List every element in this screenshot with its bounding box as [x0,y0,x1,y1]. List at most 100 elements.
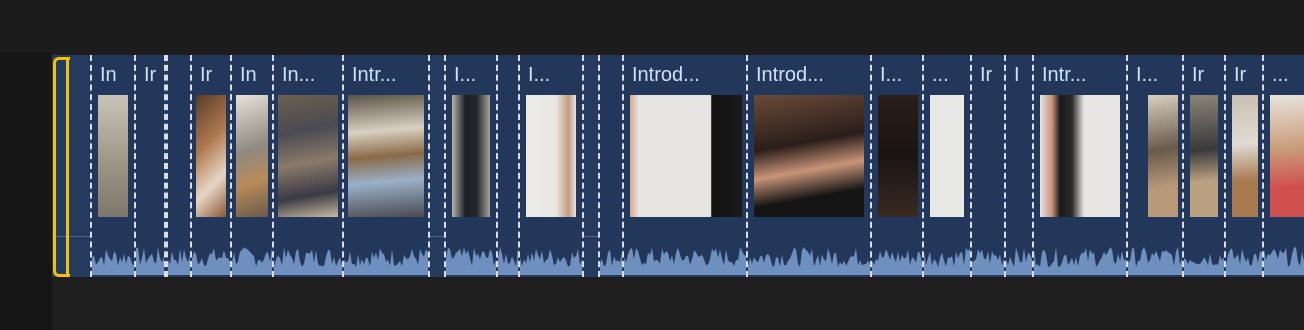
clip-title: Intr... [1042,64,1087,86]
clip[interactable]: Ir [136,55,164,277]
waveform-shape [192,247,230,275]
clip-waveform [1226,239,1262,275]
playhead[interactable] [66,57,69,277]
clip-title: ... [1272,64,1289,86]
clip-waveform [344,239,428,275]
edit-point-marker[interactable] [272,55,274,277]
clip-waveform [498,239,518,275]
clip-title: Ir [200,64,213,86]
clip[interactable]: Ir [192,55,230,277]
clip-thumbnail [754,95,864,217]
edit-point-marker[interactable] [1004,55,1006,277]
clip-title: In [100,64,117,86]
clip[interactable]: Ir [1226,55,1262,277]
clip-waveform [232,239,272,275]
clip[interactable]: In [92,55,134,277]
waveform-shape [92,249,134,275]
clip[interactable]: Introd... [748,55,870,277]
clip-waveform [972,239,1004,275]
clip-thumbnail [452,95,490,217]
clip[interactable]: I... [520,55,582,277]
edit-point-marker[interactable] [428,55,430,277]
edit-point-marker[interactable] [1224,55,1226,277]
edit-point-marker[interactable] [518,55,520,277]
edit-point-marker[interactable] [342,55,344,277]
edit-point-marker[interactable] [598,55,600,277]
clip[interactable]: I... [872,55,922,277]
clip-thumbnail [630,95,742,217]
clip-waveform [192,239,230,275]
clip-waveform [1128,239,1182,275]
clip[interactable]: ... [1264,55,1304,277]
edit-point-marker[interactable] [1126,55,1128,277]
edit-point-marker[interactable] [166,55,168,277]
waveform-shape [136,247,164,275]
clip-title: Introd... [756,64,824,86]
clip[interactable]: In [232,55,272,277]
edit-point-marker[interactable] [134,55,136,277]
clip-title [176,61,186,89]
edit-point-marker[interactable] [970,55,972,277]
clip[interactable]: Introd... [624,55,746,277]
waveform-shape [600,250,622,275]
clip-title: Ir [1192,64,1205,86]
clip-title: Ir [1234,64,1247,86]
clip-waveform [446,239,496,275]
waveform-shape [446,247,496,275]
clip-title: Intr... [352,64,397,86]
clip-title: I... [454,64,477,86]
clip-waveform [1184,239,1224,275]
clip[interactable]: I... [1128,55,1182,277]
edit-point-marker[interactable] [1182,55,1184,277]
waveform-shape [1184,253,1224,275]
timeline: In Ir Ir In In... Intr... I... I... Intr… [0,0,1304,330]
clip[interactable]: In... [274,55,342,277]
edit-point-marker[interactable] [870,55,872,277]
clip[interactable] [168,55,190,277]
clip-waveform [748,239,870,275]
waveform-shape [872,249,922,275]
edit-point-marker[interactable] [622,55,624,277]
clip-waveform [624,239,746,275]
waveform-shape [274,247,342,275]
clip-waveform [168,239,190,275]
edit-point-marker[interactable] [230,55,232,277]
clip-thumbnail [98,95,128,217]
edit-point-marker[interactable] [1032,55,1034,277]
waveform-shape [1034,247,1126,275]
clip-waveform [1034,239,1126,275]
clip[interactable] [498,55,518,277]
clip-thumbnail [1270,95,1304,217]
edit-point-marker[interactable] [496,55,498,277]
edit-point-marker[interactable] [746,55,748,277]
clip[interactable]: Intr... [344,55,428,277]
clip[interactable]: ... [924,55,970,277]
clip-title: Ir [144,64,157,86]
clip-title: Introd... [632,64,700,86]
waveform-shape [1264,247,1304,275]
clip[interactable] [600,55,622,277]
clip[interactable]: Intr... [1034,55,1126,277]
edit-point-marker[interactable] [582,55,584,277]
edit-point-marker[interactable] [90,55,92,277]
clip-thumbnail [236,95,268,217]
clip-thumbnail [278,95,338,217]
waveform-shape [624,247,746,275]
clip[interactable]: I... [446,55,496,277]
clip[interactable]: Ir [972,55,1004,277]
edit-point-marker[interactable] [190,55,192,277]
waveform-shape [1128,247,1182,275]
waveform-shape [498,247,518,275]
clip[interactable]: I [1006,55,1032,277]
clip-thumbnail [1148,95,1178,217]
clip-waveform [520,239,582,275]
edit-point-marker[interactable] [1262,55,1264,277]
waveform-shape [344,248,428,275]
clip[interactable]: Ir [1184,55,1224,277]
edit-point-marker[interactable] [922,55,924,277]
clip-title: In [240,64,257,86]
clip-title: I... [880,64,903,86]
clip-waveform [92,239,134,275]
edit-point-marker[interactable] [444,55,446,277]
waveform-shape [748,247,870,275]
